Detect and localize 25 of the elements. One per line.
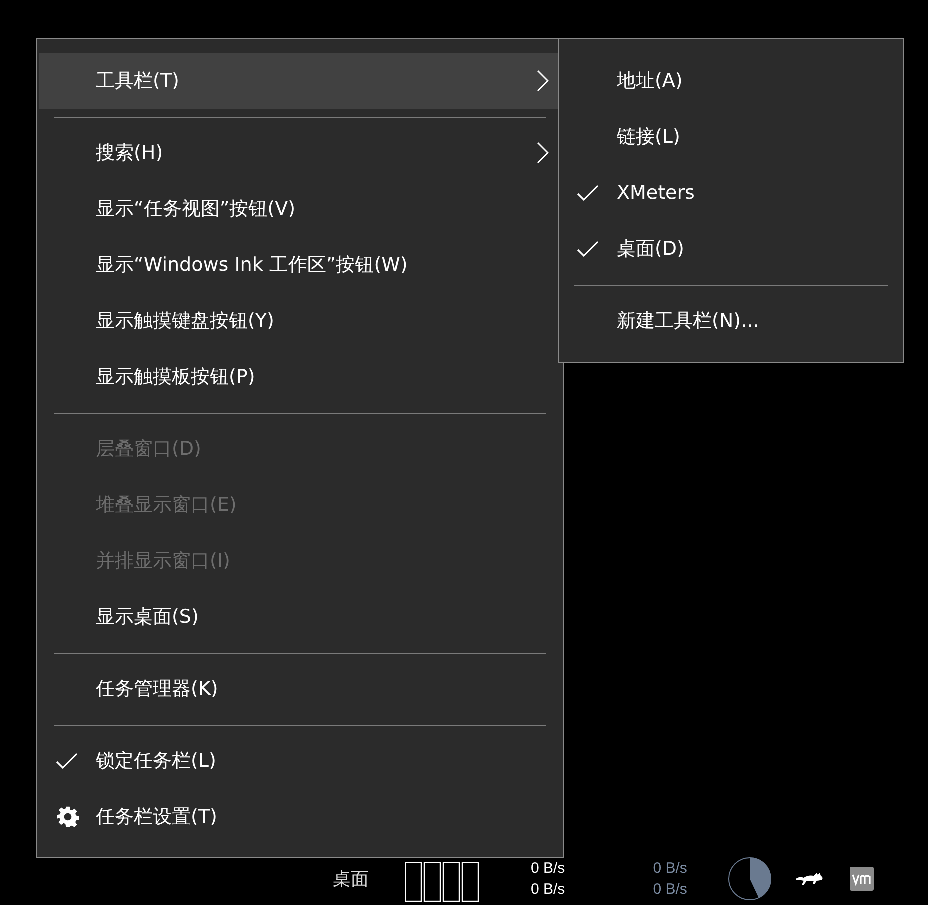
upload-speed: 0 B/s [531,858,566,878]
menu-item[interactable]: 工具栏(T) [39,53,561,109]
menu-item[interactable]: 锁定任务栏(L) [39,733,561,789]
upload-speed: 0 B/s [653,858,688,878]
menu-item[interactable]: 新建工具栏(N)... [559,293,903,349]
menu-item[interactable]: 链接(L) [559,109,903,165]
toolbar-label[interactable]: 桌面 [333,866,369,890]
menu-item[interactable]: 任务管理器(K) [39,661,561,717]
menu-item[interactable]: 桌面(D) [559,221,903,277]
download-speed: 0 B/s [531,880,566,900]
cat-icon[interactable] [796,870,824,886]
menu-item[interactable]: XMeters [559,165,903,221]
download-speed: 0 B/s [653,880,688,900]
settings-icon [57,806,79,828]
menu-item[interactable]: 显示“Windows Ink 工作区”按钮(W) [39,237,561,293]
menu-item[interactable]: 显示触摸板按钮(P) [39,349,561,405]
cpu-meter [728,856,772,900]
menu-item[interactable]: 显示触摸键盘按钮(Y) [39,293,561,349]
menu-item[interactable]: 搜索(H) [39,125,561,181]
menu-item[interactable]: 任务栏设置(T) [39,789,561,845]
virtual-desktops-icon[interactable] [405,862,479,902]
menu-item[interactable]: 显示桌面(S) [39,589,561,645]
menu-item[interactable]: 显示“任务视图”按钮(V) [39,181,561,237]
menu-item[interactable]: 地址(A) [559,53,903,109]
vm-icon[interactable] [850,866,874,890]
